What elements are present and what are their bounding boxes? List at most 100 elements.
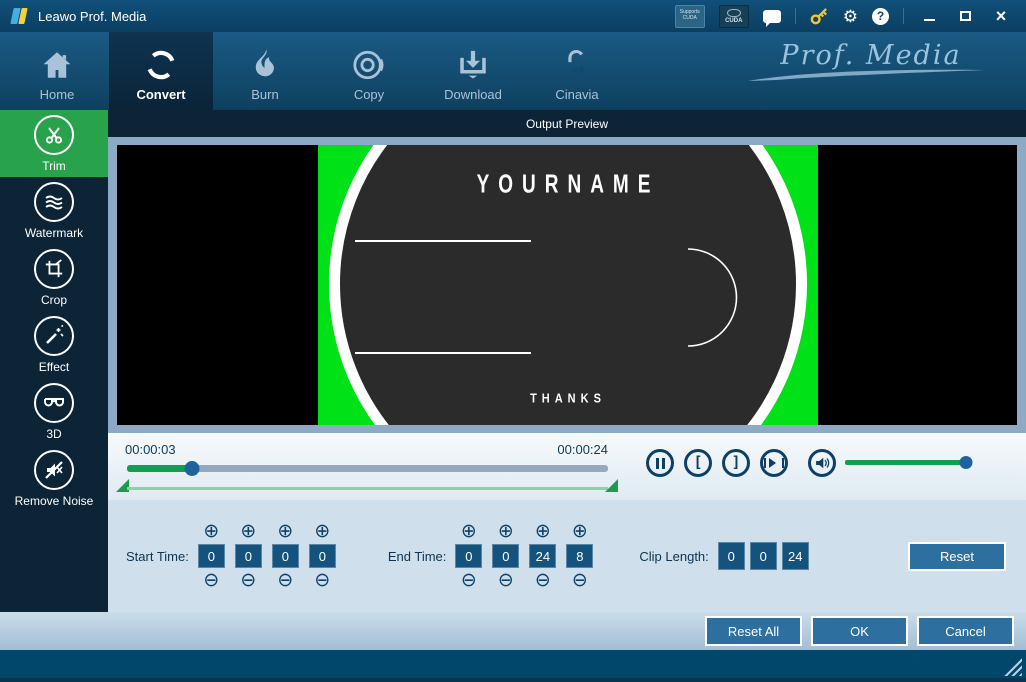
start-time-field[interactable]: 0 [309, 544, 336, 568]
decrement-button[interactable]: ⊖ [498, 572, 514, 589]
set-end-bracket-button[interactable]: ] [722, 449, 750, 477]
minimize-button[interactable] [918, 7, 940, 25]
sidebar-item-effect[interactable]: Effect [0, 311, 108, 378]
video-overlay-line [355, 352, 531, 354]
reset-button[interactable]: Reset [908, 542, 1006, 571]
trim-start-handle[interactable] [116, 479, 129, 492]
start-time-field[interactable]: 0 [235, 544, 262, 568]
nvidia-supports-cuda-badge: Supports CUDA [675, 5, 705, 28]
video-overlay-line [355, 240, 531, 242]
status-footer [0, 650, 1026, 682]
tool-sidebar: Trim Watermark Crop Effect 3D [0, 110, 108, 612]
clip-length-fields: 0 0 24 [718, 542, 809, 570]
3d-glasses-icon [42, 391, 66, 415]
progress-slider[interactable] [127, 465, 608, 472]
crop-icon [44, 259, 64, 279]
decrement-button[interactable]: ⊖ [461, 572, 477, 589]
increment-button[interactable]: ⊕ [498, 523, 514, 540]
set-start-bracket-button[interactable]: [ [684, 449, 712, 477]
action-bar: Reset All OK Cancel [0, 612, 1026, 650]
sidebar-item-trim[interactable]: Trim [0, 110, 108, 177]
increment-button[interactable]: ⊕ [277, 523, 293, 540]
brand-logo: Prof. Media [746, 40, 996, 83]
end-time-spinners: ⊕ 0 ⊖ ⊕ 0 ⊖ ⊕ 24 ⊖ ⊕ 8 ⊖ [455, 523, 593, 589]
increment-button[interactable]: ⊕ [240, 523, 256, 540]
reset-all-button[interactable]: Reset All [705, 616, 802, 646]
trim-range-track[interactable] [127, 487, 608, 490]
player-bar: 00:00:03 00:00:24 [ ] [108, 433, 1026, 500]
decrement-button[interactable]: ⊖ [314, 572, 330, 589]
volume-slider[interactable] [845, 460, 970, 465]
ok-button[interactable]: OK [811, 616, 908, 646]
maximize-button[interactable] [954, 7, 976, 25]
increment-button[interactable]: ⊕ [572, 523, 588, 540]
decrement-button[interactable]: ⊖ [240, 572, 256, 589]
register-key-icon[interactable] [810, 7, 829, 26]
app-window: Leawo Prof. Media Supports CUDA CUDA ⚙ ?… [0, 0, 1026, 682]
preview-frame: YOURNAME THANKS [108, 137, 1026, 433]
footer-strip [0, 678, 1026, 682]
end-time-field[interactable]: 24 [529, 544, 556, 568]
tab-home[interactable]: Home [5, 32, 109, 110]
cinavia-unlock-icon [560, 48, 594, 82]
download-icon [456, 48, 490, 82]
trim-end-handle[interactable] [605, 479, 618, 492]
settings-gear-icon[interactable]: ⚙ [843, 8, 858, 25]
decrement-button[interactable]: ⊖ [277, 572, 293, 589]
nvidia-cuda-badge: CUDA [719, 5, 749, 28]
sidebar-item-3d[interactable]: 3D [0, 378, 108, 445]
convert-icon [144, 48, 178, 82]
video-overlay-title: YOURNAME [318, 171, 818, 201]
video-overlay-arc [676, 245, 746, 350]
burn-flame-icon [248, 48, 282, 82]
trim-scissors-icon [43, 124, 65, 146]
resize-grip[interactable] [1004, 658, 1022, 676]
trim-controls-panel: Start Time: ⊕0⊖ ⊕0⊖ ⊕0⊖ ⊕0⊖ End Time: ⊕0… [108, 500, 1026, 612]
pause-button[interactable] [646, 449, 674, 477]
end-time-field[interactable]: 0 [455, 544, 482, 568]
sidebar-item-remove-noise[interactable]: Remove Noise [0, 445, 108, 512]
effect-wand-icon [43, 325, 65, 347]
increment-button[interactable]: ⊕ [203, 523, 219, 540]
video-preview-screen[interactable]: YOURNAME THANKS [117, 145, 1017, 425]
decrement-button[interactable]: ⊖ [535, 572, 551, 589]
start-time-field[interactable]: 0 [272, 544, 299, 568]
title-bar: Leawo Prof. Media Supports CUDA CUDA ⚙ ?… [0, 0, 1026, 32]
sidebar-item-crop[interactable]: Crop [0, 244, 108, 311]
titlebar-separator [795, 8, 796, 24]
help-icon[interactable]: ? [872, 8, 889, 25]
decrement-button[interactable]: ⊖ [203, 572, 219, 589]
video-overlay-footer: THANKS [318, 392, 818, 406]
brand-text: Prof. Media [780, 40, 961, 71]
feedback-icon[interactable] [763, 10, 781, 23]
home-icon [40, 48, 74, 82]
app-logo-icon [10, 7, 30, 25]
increment-button[interactable]: ⊕ [314, 523, 330, 540]
start-time-field[interactable]: 0 [198, 544, 225, 568]
end-time-field[interactable]: 0 [492, 544, 519, 568]
close-button[interactable]: × [990, 7, 1012, 25]
output-preview-title: Output Preview [526, 117, 608, 131]
clip-length-label: Clip Length: [639, 549, 708, 564]
decrement-button[interactable]: ⊖ [572, 572, 588, 589]
tab-burn[interactable]: Burn [213, 32, 317, 110]
volume-button[interactable] [808, 449, 836, 477]
elapsed-time: 00:00:03 [125, 442, 176, 457]
video-content: YOURNAME THANKS [318, 145, 818, 425]
increment-button[interactable]: ⊕ [535, 523, 551, 540]
tab-cinavia[interactable]: Cinavia [525, 32, 629, 110]
start-time-spinners: ⊕ 0 ⊖ ⊕ 0 ⊖ ⊕ 0 ⊖ ⊕ 0 ⊖ [198, 523, 336, 589]
progress-fill [127, 465, 192, 472]
tab-convert[interactable]: Convert [109, 32, 213, 110]
increment-button[interactable]: ⊕ [461, 523, 477, 540]
watermark-waves-icon [42, 190, 66, 214]
cancel-button[interactable]: Cancel [917, 616, 1014, 646]
start-time-label: Start Time: [126, 549, 189, 564]
play-section-button[interactable] [760, 449, 788, 477]
tab-download[interactable]: Download [421, 32, 525, 110]
volume-thumb[interactable] [960, 456, 973, 469]
sidebar-item-watermark[interactable]: Watermark [0, 177, 108, 244]
end-time-field[interactable]: 8 [566, 544, 593, 568]
tab-copy[interactable]: Copy [317, 32, 421, 110]
progress-thumb[interactable] [184, 461, 199, 476]
